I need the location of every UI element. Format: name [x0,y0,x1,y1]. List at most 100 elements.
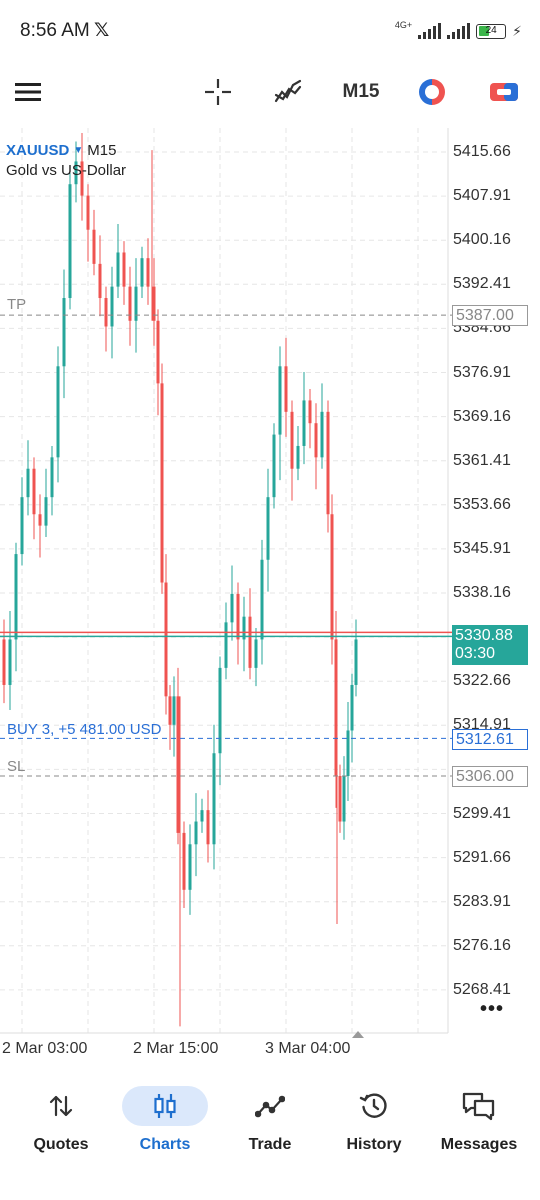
candlestick-icon [154,1094,176,1118]
nav-messages[interactable]: Messages [429,1086,529,1166]
crosshair-button[interactable] [200,64,236,120]
candle-body [50,457,54,498]
candle-body [194,821,198,845]
signal-icon-2 [447,23,471,39]
candle-body [188,844,192,890]
nav-label: History [346,1136,402,1153]
sl-price-tag[interactable]: 5306.00 [452,766,528,787]
price-tick: 5353.66 [453,495,511,513]
nav-history[interactable]: History [324,1086,424,1166]
candle-body [20,497,24,555]
menu-button[interactable] [12,64,44,120]
more-options-icon[interactable]: ••• [480,998,504,1021]
candle-body [272,434,276,498]
price-chart[interactable]: XAUUSD ▼ M15 Gold vs US-Dollar 5415.66 54… [0,128,540,1070]
price-tick: 5299.41 [453,804,511,822]
price-tick: 5376.91 [453,363,511,381]
trade-line-icon [255,1095,285,1118]
nav-label: Messages [440,1136,518,1153]
price-tick: 5392.41 [453,275,511,293]
tp-price-tag[interactable]: 5387.00 [452,305,528,326]
indicators-icon [274,79,302,103]
nav-quotes[interactable]: Quotes [11,1086,111,1166]
nav-charts[interactable]: Charts [115,1086,215,1166]
signal-icon [418,23,442,39]
x-app-icon: 𝕏 [94,20,110,41]
candle-body [152,286,156,321]
candle-body [116,252,120,287]
time-tick: 2 Mar 15:00 [133,1040,219,1057]
charging-icon: ⚡ [512,22,522,39]
candle-body [56,366,60,458]
candle-body [104,298,108,327]
candle-body [176,696,180,833]
battery-icon: 24 [476,23,507,39]
one-click-trading-button[interactable] [414,64,450,120]
price-tick: 5407.91 [453,187,511,205]
candle-body [14,554,18,640]
candle-body [266,497,270,560]
chart-toolbar: M15 [0,64,540,128]
candle-body [2,639,6,685]
candle-body [326,411,330,515]
crosshair-icon [205,79,231,105]
candle-body [92,229,96,264]
candle-body [320,411,324,458]
candle-body [302,400,306,446]
candle-body [44,497,48,526]
candle-body [314,423,318,458]
price-tick: 5283.91 [453,892,511,910]
candle-body [98,263,102,299]
position-line-label[interactable]: BUY 3, +5 481.00 USD [7,721,161,738]
candle-body [248,616,252,668]
caret-down-icon[interactable]: ▼ [73,145,83,156]
sl-line-label: SL [7,758,26,775]
price-tick: 5276.16 [453,936,511,954]
status-indicators: 4G+ 24 ⚡ [395,18,522,44]
hamburger-icon [15,83,41,101]
price-tick: 5361.41 [453,451,511,469]
time-tick: 3 Mar 04:00 [265,1040,351,1057]
bottom-navigation: Quotes Charts Trade History Messages [0,1070,540,1200]
candle-body [350,684,354,731]
candle-body [296,445,300,469]
symbol-description: Gold vs US-Dollar [6,162,127,179]
candle-body [38,514,42,526]
new-order-button[interactable] [486,64,522,120]
candle-body [128,286,132,321]
candle-body [200,810,204,822]
network-type: 4G+ [394,20,413,30]
symbol-header[interactable]: XAUUSD ▼ M15 [6,142,116,159]
price-tick: 5291.66 [453,848,511,866]
price-tick: 5338.16 [453,584,511,601]
candle-body [254,639,258,668]
candle-body [224,622,228,668]
price-tick: 5415.66 [453,143,511,160]
candle-body [160,383,164,583]
candle-body [156,320,160,384]
status-bar: 8:56 AM 𝕏 4G+ 24 ⚡ [0,0,540,64]
candle-body [206,810,210,845]
price-tick: 5400.16 [453,231,511,249]
candle-body [346,730,350,777]
symbol-name[interactable]: XAUUSD [6,142,69,159]
price-tick: 5369.16 [453,407,511,425]
current-price: 5330.88 [455,627,513,644]
timeframe-button[interactable]: M15 [336,64,386,120]
candle-body [86,195,90,230]
candle-body [134,286,138,321]
chart-shift-marker [352,1031,364,1038]
messages-chat-icon [462,1092,495,1121]
new-order-icon [490,83,518,101]
candle-body [354,639,358,685]
price-tick: 5268.41 [453,980,511,998]
quotes-arrows-icon [49,1095,73,1117]
position-price-tag[interactable]: 5312.61 [452,729,528,750]
candle-body [8,639,12,685]
candle-body [140,258,144,287]
candle-body [308,400,312,424]
nav-trade[interactable]: Trade [220,1086,320,1166]
battery-level: 24 [485,24,497,36]
candle-body [62,298,66,367]
indicators-button[interactable] [270,64,306,120]
